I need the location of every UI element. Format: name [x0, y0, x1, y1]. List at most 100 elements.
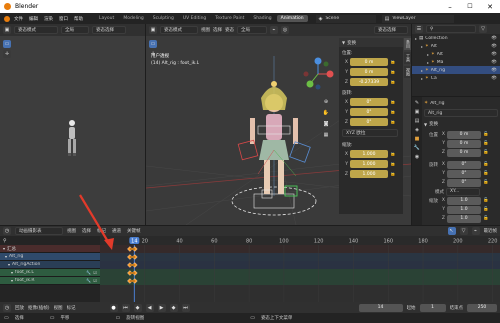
n-panel-header[interactable]: ▼ 变换 — [339, 38, 403, 47]
channel-expand-icon-3[interactable]: ▾ — [11, 270, 13, 275]
scene-tab-icon[interactable]: ◈ — [415, 127, 419, 133]
n-scale-field-0[interactable]: 1.000 — [350, 150, 388, 158]
maximize-icon[interactable]: ☐ — [460, 3, 480, 10]
viewport-menu-view[interactable]: 视图 — [201, 27, 210, 33]
n-location-field-2[interactable]: -0.27339 — [350, 78, 388, 86]
visibility-icon-3[interactable]: 👁 — [491, 60, 497, 65]
viewport-snap-select[interactable]: 姿态选择 — [374, 26, 408, 34]
visibility-icon-1[interactable]: 👁 — [491, 44, 497, 49]
n-location-field-0[interactable]: 0 m — [350, 58, 388, 66]
outliner-item-5[interactable]: ▸ ✶ Ca 👁 — [412, 74, 500, 82]
prop-location-field-0[interactable]: 0 m — [447, 130, 481, 139]
viewport-menu-pose[interactable]: 姿态 — [225, 27, 234, 33]
prop-scale-field-1[interactable]: 1.0 — [447, 205, 481, 214]
n-rotation-lock-icon-0[interactable]: 🔓 — [390, 100, 396, 105]
prev-key-icon[interactable]: ◆ — [133, 303, 142, 312]
viewport-editor-icon[interactable]: ▣ — [149, 26, 157, 34]
channel-row-1[interactable]: ▾ Alt_rig — [0, 253, 100, 261]
menu-item-4[interactable]: 帮助 — [74, 16, 83, 22]
current-frame-field[interactable]: 14 — [358, 303, 403, 312]
outliner-editor-icon[interactable]: ☰ — [415, 25, 423, 33]
viewport-menu-select[interactable]: 选择 — [213, 27, 222, 33]
camera-icon[interactable]: ◙ — [322, 120, 330, 128]
outliner-expand-icon-4[interactable]: ▸ — [421, 68, 423, 73]
view-layer-selector[interactable]: ▤ ViewLayer — [381, 14, 454, 23]
workspace-tab-2[interactable]: Sculpting — [149, 15, 178, 22]
record-icon[interactable]: ● — [109, 303, 118, 312]
scene-selector[interactable]: ◈ Scene — [315, 14, 376, 23]
workspace-tab-0[interactable]: Layout — [95, 15, 118, 22]
keying-menu[interactable]: 抠像(插帧) — [28, 305, 50, 311]
dopesheet-menu-2[interactable]: 标记 — [97, 228, 106, 234]
left-viewport[interactable]: ▣ 姿态模式 全局 姿态选择 ▭ ✛ — [0, 24, 145, 225]
tool-tab-icon[interactable]: ✎ — [415, 100, 419, 106]
outliner-expand-icon-3[interactable]: ▸ — [427, 60, 429, 65]
dopesheet-menu-1[interactable]: 选择 — [82, 228, 91, 234]
outliner-expand-icon-1[interactable]: ▸ — [421, 44, 423, 49]
channel-filter-icon[interactable]: ▽ — [459, 227, 468, 235]
snap-arrow-icon[interactable]: ↖ — [447, 227, 456, 235]
outliner-expand-icon-5[interactable]: ▸ — [421, 76, 423, 81]
outliner[interactable]: ☰ ⚲ ▽ ▸ ▤ Collection 👁 ▸ ✶ Alt 👁 ▸ ✶ Alt 👁 ▸ ✶ Ma 👁 ▸ ✶ Al… — [412, 24, 500, 96]
channel-expand-icon-4[interactable]: ▾ — [11, 278, 13, 283]
workspace-tab-1[interactable]: Modeling — [119, 15, 147, 22]
prop-rotation-lock-icon-2[interactable]: 🔓 — [483, 180, 489, 185]
visibility-icon-4[interactable]: 👁 — [491, 68, 497, 73]
properties-transform-header[interactable]: ▼ 变换 — [424, 120, 498, 128]
dopesheet-menu-3[interactable]: 通道 — [112, 228, 121, 234]
playback-view-menu[interactable]: 视图 — [54, 305, 63, 311]
snap-icon[interactable]: ⌁ — [270, 26, 278, 34]
timeline-editor-icon[interactable]: ◷ — [3, 303, 11, 312]
output-tab-icon[interactable]: ▤ — [415, 118, 420, 124]
ortho-grid-icon[interactable]: ▦ — [322, 131, 330, 139]
n-scale-field-2[interactable]: 1.000 — [350, 170, 388, 178]
n-rotation-field-2[interactable]: 0° — [350, 118, 388, 126]
channel-search[interactable]: ⚲ — [0, 236, 100, 245]
workspace-tab-3[interactable]: UV Editing — [179, 15, 210, 22]
play-icon[interactable]: ▶ — [157, 303, 166, 312]
prop-rotation-field-2[interactable]: 0° — [447, 178, 481, 187]
prop-scale-lock-icon-1[interactable]: 🔓 — [483, 207, 489, 212]
outliner-search[interactable]: ⚲ — [426, 25, 476, 33]
prop-location-field-2[interactable]: 0 m — [447, 148, 481, 157]
prop-scale-field-2[interactable]: 1.0 — [447, 214, 481, 223]
outliner-item-1[interactable]: ▸ ✶ Alt 👁 — [412, 42, 500, 50]
jump-start-icon[interactable]: ⏮ — [121, 303, 130, 312]
prop-rotation-lock-icon-1[interactable]: 🔓 — [483, 171, 489, 176]
prop-mode-select[interactable]: XY... — [446, 187, 480, 196]
n-rotation-lock-icon-2[interactable]: 🔓 — [390, 120, 396, 125]
n-scale-lock-icon-1[interactable]: 🔓 — [390, 162, 396, 167]
channel-row-0[interactable]: ▾ 汇总 — [0, 245, 100, 253]
n-scale-lock-icon-2[interactable]: 🔓 — [390, 172, 396, 177]
n-location-lock-icon-1[interactable]: 🔓 — [390, 70, 396, 75]
n-location-lock-icon-0[interactable]: 🔓 — [390, 60, 396, 65]
menu-item-0[interactable]: 文件 — [14, 16, 23, 22]
viewport-orientation-select[interactable]: 全局 — [237, 26, 267, 34]
outliner-expand-icon-0[interactable]: ▸ — [415, 36, 417, 41]
keyframe-region[interactable]: 20 40 60 80 100 120 140 160 180 200 220 14 — [100, 236, 500, 302]
prop-scale-lock-icon-2[interactable]: 🔓 — [483, 216, 489, 221]
end-frame-field[interactable]: 250 — [467, 303, 497, 312]
dopesheet-nearest-frame[interactable]: 最近帧 — [484, 228, 498, 234]
left-snap-select[interactable]: 姿态选择 — [92, 26, 126, 34]
visibility-icon-0[interactable]: 👁 — [491, 36, 497, 41]
outliner-item-4[interactable]: ▸ ✶ Alt_rig 👁 — [412, 66, 500, 74]
visibility-icon-2[interactable]: 👁 — [491, 52, 497, 57]
channel-row-2[interactable]: ▾ Alt_rigAction — [0, 261, 100, 269]
workspace-tab-5[interactable]: Shading — [249, 15, 275, 22]
zoom-icon[interactable]: ⊕ — [322, 98, 330, 106]
n-tab-0[interactable]: 条目 — [404, 38, 411, 50]
n-scale-field-1[interactable]: 1.000 — [350, 160, 388, 168]
prop-rotation-lock-icon-0[interactable]: 🔓 — [483, 162, 489, 167]
playback-marker-menu[interactable]: 标记 — [67, 305, 76, 311]
object-tab-icon[interactable]: ■ — [415, 136, 420, 142]
prop-location-lock-icon-2[interactable]: 🔓 — [483, 150, 489, 155]
select-box-icon[interactable]: ▭ — [3, 40, 11, 48]
n-location-field-1[interactable]: 0 m — [350, 68, 388, 76]
outliner-item-0[interactable]: ▸ ▤ Collection 👁 — [412, 34, 500, 42]
menu-item-3[interactable]: 窗口 — [59, 16, 68, 22]
n-rotation-field-0[interactable]: 0° — [350, 98, 388, 106]
prop-rotation-field-0[interactable]: 0° — [447, 160, 481, 169]
outliner-item-2[interactable]: ▸ ✶ Alt 👁 — [412, 50, 500, 58]
prop-rotation-field-1[interactable]: 0° — [447, 169, 481, 178]
